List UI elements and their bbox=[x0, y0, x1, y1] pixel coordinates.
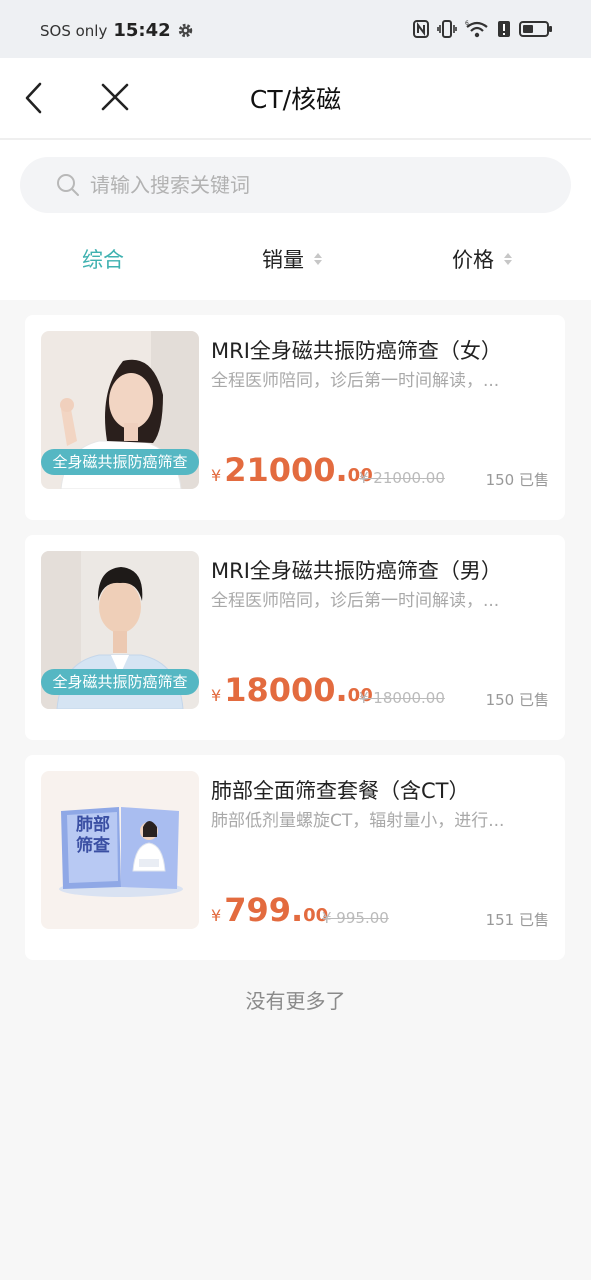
price-integer: 21000. bbox=[224, 451, 348, 489]
status-bar: SOS only 15:42 6 bbox=[0, 0, 591, 58]
product-name: MRI全身磁共振防癌筛查（男） bbox=[211, 559, 502, 583]
product-badge: 全身磁共振防癌筛查 bbox=[41, 669, 199, 695]
book-cover-line: 筛查 bbox=[76, 836, 110, 856]
navigation-bar: CT/核磁 bbox=[0, 58, 591, 140]
search-input[interactable] bbox=[88, 172, 512, 198]
product-badge: 全身磁共振防癌筛查 bbox=[41, 449, 199, 475]
sold-count: 151 已售 bbox=[485, 911, 549, 929]
sort-tab-comprehensive[interactable]: 综合 bbox=[82, 244, 124, 274]
original-price: ¥ 18000.00 bbox=[359, 689, 445, 707]
sort-tab-sales[interactable]: 销量 bbox=[262, 244, 322, 274]
product-price: ¥ 799. 00 bbox=[211, 891, 328, 929]
list-end-text: 没有更多了 bbox=[245, 989, 346, 1013]
nfc-icon bbox=[413, 20, 429, 38]
product-image-lung-screening: 肺部 筛查 bbox=[41, 771, 199, 929]
alert-sim-icon bbox=[498, 21, 510, 37]
product-image-male-doctor: 全身磁共振防癌筛查 bbox=[41, 551, 199, 709]
product-description: 肺部低剂量螺旋CT，辐射量小，进行... bbox=[211, 811, 505, 831]
carrier-text: SOS only bbox=[40, 21, 108, 40]
currency-symbol: ¥ bbox=[211, 466, 222, 485]
sort-tab-label: 综合 bbox=[82, 248, 124, 272]
product-card[interactable]: 肺部 筛查 肺部全面筛查套餐（含CT） 肺部低剂量螺旋CT，辐射量小，进行...… bbox=[25, 755, 565, 960]
product-card[interactable]: 全身磁共振防癌筛查 MRI全身磁共振防癌筛查（女） 全程医师陪同，诊后第一时间解… bbox=[25, 315, 565, 520]
clock: 15:42 bbox=[113, 20, 171, 41]
sort-arrows-icon bbox=[504, 253, 512, 265]
book-cover-title: 肺部 筛查 bbox=[71, 815, 115, 857]
settings-gear-icon bbox=[178, 23, 192, 38]
svg-text:6: 6 bbox=[465, 20, 469, 27]
currency-symbol: ¥ bbox=[211, 686, 222, 705]
sold-count: 150 已售 bbox=[485, 471, 549, 489]
filter-area: 综合 销量 价格 bbox=[0, 140, 591, 300]
original-price: ¥ 995.00 bbox=[322, 909, 389, 927]
sort-tabs: 综合 销量 价格 bbox=[0, 244, 591, 284]
page-title: CT/核磁 bbox=[249, 85, 342, 114]
sort-tab-label: 价格 bbox=[452, 248, 494, 272]
original-price: ¥ 21000.00 bbox=[359, 469, 445, 487]
product-name: MRI全身磁共振防癌筛查（女） bbox=[211, 339, 502, 363]
product-price: ¥ 18000. 00 bbox=[211, 671, 373, 709]
product-price: ¥ 21000. 00 bbox=[211, 451, 373, 489]
product-description: 全程医师陪同，诊后第一时间解读，... bbox=[211, 371, 500, 391]
sort-tab-price[interactable]: 价格 bbox=[452, 244, 512, 274]
book-cover-line: 肺部 bbox=[76, 815, 110, 835]
sort-tab-label: 销量 bbox=[262, 248, 304, 272]
sort-arrows-icon bbox=[314, 253, 322, 265]
vibrate-icon bbox=[437, 20, 457, 38]
price-integer: 18000. bbox=[224, 671, 348, 709]
product-card[interactable]: 全身磁共振防癌筛查 MRI全身磁共振防癌筛查（男） 全程医师陪同，诊后第一时间解… bbox=[25, 535, 565, 740]
battery-icon bbox=[519, 21, 552, 37]
price-integer: 799. bbox=[224, 891, 304, 929]
product-name: 肺部全面筛查套餐（含CT） bbox=[211, 779, 470, 803]
product-description: 全程医师陪同，诊后第一时间解读，... bbox=[211, 591, 500, 611]
product-image-female-doctor: 全身磁共振防癌筛查 bbox=[41, 331, 199, 489]
search-icon bbox=[57, 174, 79, 196]
currency-symbol: ¥ bbox=[211, 906, 222, 925]
wifi-icon: 6 bbox=[465, 20, 488, 38]
search-bar[interactable] bbox=[20, 157, 571, 213]
sold-count: 150 已售 bbox=[485, 691, 549, 709]
